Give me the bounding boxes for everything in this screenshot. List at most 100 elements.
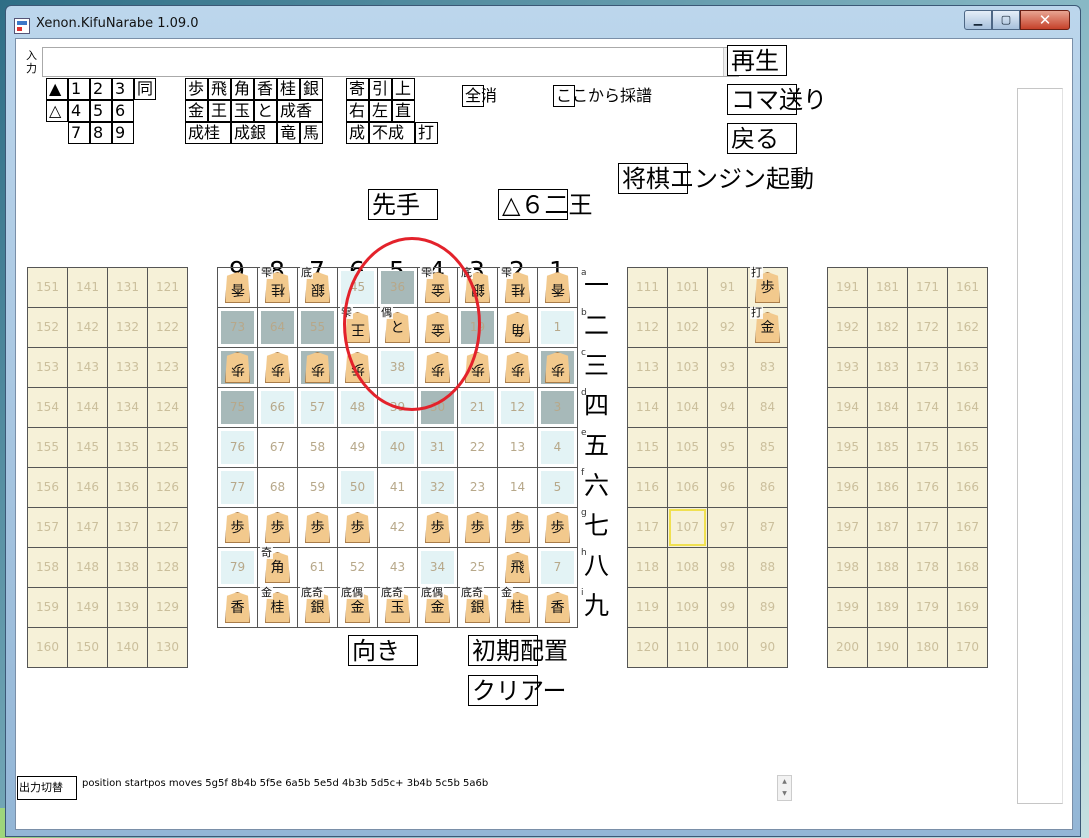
motion-button-row3-0[interactable]: 成 <box>346 122 369 144</box>
piece-button-row2-4[interactable]: 成香 <box>277 100 323 122</box>
komadai_right-square[interactable]: 175 <box>908 428 948 468</box>
komadai_right-square[interactable]: 192 <box>828 308 868 348</box>
board-piece[interactable]: 香 <box>545 272 570 303</box>
play-button[interactable]: 再生 <box>727 45 787 76</box>
board-square[interactable]: 飛 <box>498 548 538 588</box>
komadai_right-square[interactable]: 200 <box>828 628 868 668</box>
board-piece[interactable]: 香 <box>545 592 570 623</box>
board-square[interactable]: 歩 <box>338 508 378 548</box>
komadai_mid-square[interactable]: 87 <box>748 508 788 548</box>
komadai_left-square[interactable]: 148 <box>68 548 108 588</box>
board-square[interactable]: 21 <box>458 388 498 428</box>
board-square[interactable]: 75 <box>218 388 258 428</box>
board-square[interactable]: 79 <box>218 548 258 588</box>
board-square[interactable]: 42 <box>378 508 418 548</box>
board-piece[interactable]: 歩 <box>345 512 370 543</box>
komadai_left-square[interactable]: 121 <box>148 268 188 308</box>
board-square[interactable]: 歩 <box>458 508 498 548</box>
board-square[interactable]: 49 <box>338 428 378 468</box>
board-square[interactable]: 歩 <box>258 508 298 548</box>
board-square[interactable]: 5 <box>538 468 578 508</box>
board-square[interactable]: 歩 <box>538 508 578 548</box>
board-square[interactable]: 76 <box>218 428 258 468</box>
komadai_left-square[interactable]: 142 <box>68 308 108 348</box>
komadai_right-square[interactable]: 176 <box>908 468 948 508</box>
komadai_right-square[interactable]: 168 <box>948 548 988 588</box>
komadai_mid-square[interactable]: 金打 <box>748 307 788 348</box>
komadai_mid-square[interactable]: 114 <box>628 388 668 428</box>
keypad-row1-key-3[interactable]: 3 <box>112 78 134 100</box>
komadai_right-square[interactable]: 179 <box>908 588 948 628</box>
close-button[interactable]: ✕ <box>1020 10 1070 30</box>
board-piece[interactable]: 歩 <box>425 512 450 543</box>
board-square[interactable]: 歩 <box>258 348 298 388</box>
board-square[interactable]: 61 <box>298 548 338 588</box>
komadai_left-square[interactable]: 133 <box>108 348 148 388</box>
board-piece[interactable]: 歩 <box>505 512 530 543</box>
board-square[interactable]: 50 <box>338 468 378 508</box>
komadai_right-square[interactable]: 186 <box>868 468 908 508</box>
komadai_left-square[interactable]: 139 <box>108 588 148 628</box>
sente-button[interactable]: 先手 <box>368 189 438 220</box>
komadai_mid-square[interactable]: 97 <box>708 508 748 548</box>
komadai_left-square[interactable]: 135 <box>108 428 148 468</box>
board-square[interactable]: 3 <box>538 388 578 428</box>
keypad-row2-key-0[interactable]: △ <box>46 100 68 122</box>
komadai_mid-square[interactable]: 101 <box>668 268 708 308</box>
komadai_left-square[interactable]: 153 <box>28 348 68 388</box>
komadai_right-square[interactable]: 199 <box>828 588 868 628</box>
board-square[interactable]: 67 <box>258 428 298 468</box>
board-piece[interactable]: 飛 <box>505 552 530 583</box>
initial-setup-button[interactable]: 初期配置 <box>468 635 568 666</box>
komadai_left-square[interactable]: 136 <box>108 468 148 508</box>
komadai_right-square[interactable]: 163 <box>948 348 988 388</box>
keypad-row3-key-2[interactable]: 9 <box>112 122 134 144</box>
komadai_mid-square[interactable]: 105 <box>668 428 708 468</box>
komadai_mid-square[interactable]: 108 <box>668 548 708 588</box>
komadai_left-square[interactable]: 156 <box>28 468 68 508</box>
board-piece[interactable]: 歩 <box>545 352 570 383</box>
maximize-button[interactable]: ▢ <box>992 10 1020 30</box>
komadai_right-square[interactable]: 191 <box>828 268 868 308</box>
keypad-row2-key-2[interactable]: 5 <box>90 100 112 122</box>
komadai_mid-square[interactable]: 99 <box>708 588 748 628</box>
board-square[interactable]: 香 <box>538 588 578 628</box>
board-piece[interactable]: 歩 <box>225 512 250 543</box>
komadai_left-square[interactable]: 157 <box>28 508 68 548</box>
board-square[interactable]: 7 <box>538 548 578 588</box>
board-piece[interactable]: 歩 <box>545 512 570 543</box>
komadai_right-square[interactable]: 161 <box>948 268 988 308</box>
board-square[interactable]: 歩 <box>218 348 258 388</box>
engine-button[interactable]: 将棋エンジン起動 <box>618 163 814 194</box>
komadai_mid-square[interactable]: 118 <box>628 548 668 588</box>
motion-button-row2-1[interactable]: 左 <box>369 100 392 122</box>
komadai_right-square[interactable]: 169 <box>948 588 988 628</box>
komadai_right-square[interactable]: 194 <box>828 388 868 428</box>
board-square[interactable]: 4 <box>538 428 578 468</box>
komadai_right-square[interactable]: 180 <box>908 628 948 668</box>
komadai_right-square[interactable]: 162 <box>948 308 988 348</box>
board-square[interactable]: 32 <box>418 468 458 508</box>
board-piece[interactable]: 歩 <box>265 352 290 383</box>
piece-button-row2-3[interactable]: と <box>254 100 277 122</box>
piece-button-row3-2[interactable]: 竜 <box>277 122 300 144</box>
komadai_left-square[interactable]: 146 <box>68 468 108 508</box>
board-square[interactable]: 77 <box>218 468 258 508</box>
komadai_left-square[interactable]: 132 <box>108 308 148 348</box>
keypad-row1-key-0[interactable]: ▲ <box>46 78 68 100</box>
orientation-button[interactable]: 向き <box>348 635 418 666</box>
board-piece[interactable]: 歩 <box>265 512 290 543</box>
komadai_mid-square[interactable]: 84 <box>748 388 788 428</box>
board-square[interactable]: 桂雫 <box>498 267 538 308</box>
komadai_mid-square[interactable]: 95 <box>708 428 748 468</box>
komadai_left-square[interactable]: 155 <box>28 428 68 468</box>
piece-button-row1-3[interactable]: 香 <box>254 78 277 100</box>
komadai_right-square[interactable]: 197 <box>828 508 868 548</box>
piece-button-row2-2[interactable]: 玉 <box>231 100 254 122</box>
komadai_left-square[interactable]: 154 <box>28 388 68 428</box>
board-square[interactable]: 14 <box>498 468 538 508</box>
board-square[interactable]: 金底偶 <box>418 587 458 628</box>
komadai_mid-square[interactable]: 88 <box>748 548 788 588</box>
board-square[interactable]: 68 <box>258 468 298 508</box>
komadai_mid-square[interactable]: 89 <box>748 588 788 628</box>
